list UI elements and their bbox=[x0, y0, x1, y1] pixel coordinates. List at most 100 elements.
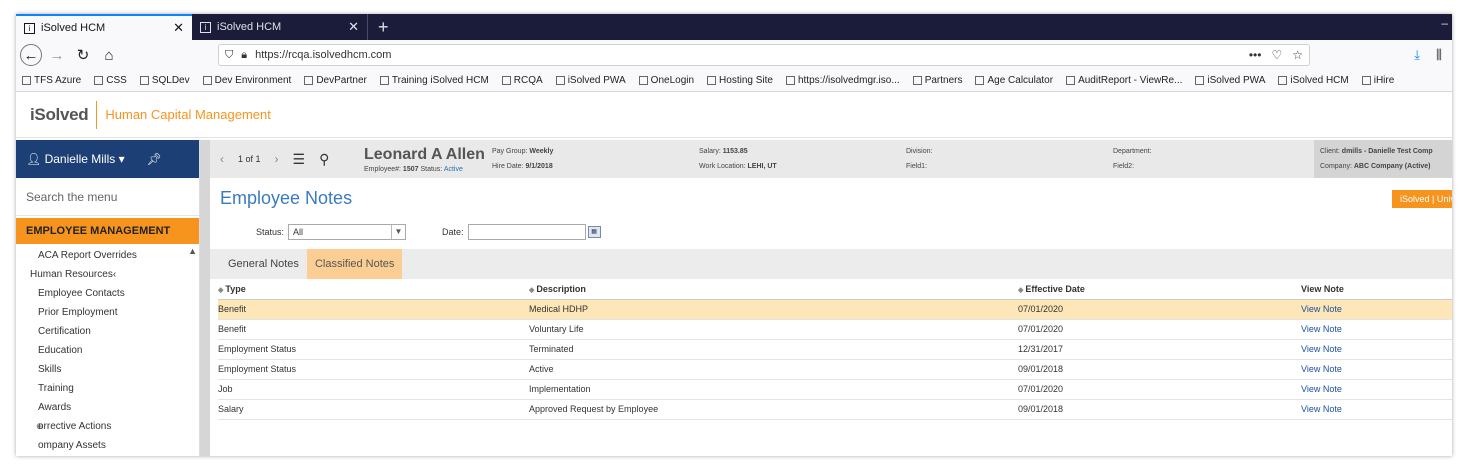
bookmark-item[interactable]: Dev Environment bbox=[202, 75, 291, 86]
bookmark-item[interactable]: iHire bbox=[1361, 75, 1394, 86]
browser-tab-2[interactable]: i iSolved HCM ✕ bbox=[192, 14, 368, 40]
prev-icon[interactable]: ‹ bbox=[220, 152, 224, 166]
lock-icon[interactable]: 🔒︎ bbox=[241, 49, 247, 62]
bookmark-item[interactable]: DevPartner bbox=[304, 75, 367, 86]
app-title: Human Capital Management bbox=[105, 107, 271, 122]
bookmark-item[interactable]: CSS bbox=[94, 75, 127, 86]
cell-description: Terminated bbox=[529, 339, 1018, 360]
calendar-icon[interactable]: ▦ bbox=[587, 226, 601, 238]
bookmark-icon bbox=[202, 76, 212, 85]
cell-date: 09/01/2018 bbox=[1018, 359, 1301, 380]
view-note-link[interactable]: View Note bbox=[1301, 399, 1452, 420]
table-row[interactable]: Job Implementation 07/01/2020 View Note bbox=[218, 379, 1452, 400]
cell-type: Employment Status bbox=[218, 359, 529, 380]
view-note-link[interactable]: View Note bbox=[1301, 299, 1452, 320]
bookmark-item[interactable]: iSolved PWA bbox=[555, 75, 626, 86]
reload-icon[interactable]: ↻ bbox=[72, 44, 94, 66]
bookmark-item[interactable]: Training iSolved HCM bbox=[379, 75, 489, 86]
bookmark-item[interactable]: SQLDev bbox=[139, 75, 190, 86]
view-note-link[interactable]: View Note bbox=[1301, 319, 1452, 340]
cell-date: 09/01/2018 bbox=[1018, 399, 1301, 420]
search-icon[interactable]: ⚲ bbox=[319, 151, 329, 168]
cell-date: 12/31/2017 bbox=[1018, 339, 1301, 360]
minimize-icon[interactable]: – bbox=[1441, 16, 1448, 30]
table-row[interactable]: Employment Status Active 09/01/2018 View No… bbox=[218, 359, 1452, 380]
view-note-link[interactable]: View Note bbox=[1301, 379, 1452, 400]
bookmark-item[interactable]: TFS Azure bbox=[22, 75, 81, 86]
bookmark-item[interactable]: Partners bbox=[912, 75, 962, 86]
section-employee-management[interactable]: EMPLOYEE MANAGEMENT bbox=[16, 218, 199, 244]
bookmark-star-icon[interactable]: ☆ bbox=[1292, 48, 1303, 62]
bookmark-item[interactable]: https://isolvedmgr.iso... bbox=[785, 75, 900, 86]
sidebar-item[interactable]: ompany Assets bbox=[16, 436, 199, 455]
table-row[interactable]: Benefit Medical HDHP 07/01/2020 View Note bbox=[218, 299, 1452, 320]
cell-description: Medical HDHP bbox=[529, 299, 1018, 320]
app-header: iSolved Human Capital Management bbox=[16, 92, 1452, 138]
bookmark-item[interactable]: Age Calculator bbox=[975, 75, 1053, 86]
forward-icon[interactable]: → bbox=[46, 44, 68, 66]
bookmark-item[interactable]: Hosting Site bbox=[707, 75, 773, 86]
scroll-up-icon[interactable]: ▲ bbox=[188, 246, 197, 256]
bookmark-item[interactable]: iSolved PWA bbox=[1195, 75, 1265, 86]
sidebar-item[interactable]: Skills bbox=[16, 360, 199, 379]
employee-number: 1507 bbox=[402, 165, 419, 173]
page-actions-icon[interactable]: ••• bbox=[1249, 48, 1262, 62]
bookmark-icon bbox=[1278, 76, 1288, 85]
home-icon[interactable]: ⌂ bbox=[98, 44, 120, 66]
department-info: Department: Field2: bbox=[1113, 148, 1152, 170]
sidebar-item[interactable]: Education bbox=[16, 341, 199, 360]
download-icon[interactable]: ⤓ bbox=[1414, 47, 1420, 63]
tab-classified-notes[interactable]: Classified Notes bbox=[306, 249, 403, 279]
pocket-icon[interactable]: ♡ bbox=[1271, 48, 1282, 62]
table-row[interactable]: Salary Approved Request by Employee 09/01/… bbox=[218, 399, 1452, 420]
tab-general-notes[interactable]: General Notes bbox=[220, 249, 307, 279]
employee-pager: ‹ 1 of 1 › ☰ ⚲ bbox=[210, 151, 364, 168]
bookmark-item[interactable]: OneLogin bbox=[638, 75, 694, 86]
new-tab-icon[interactable]: + bbox=[368, 14, 399, 40]
list-icon[interactable]: ☰ bbox=[293, 151, 306, 168]
bookmark-icon bbox=[22, 76, 31, 85]
sidebar-item[interactable]: Training bbox=[16, 379, 199, 398]
next-icon[interactable]: › bbox=[275, 152, 279, 166]
pay-info: Pay Group: Weekly Hire Date: 9/1/2018 bbox=[492, 148, 554, 170]
zoom-icon[interactable]: ⊕ bbox=[36, 421, 44, 432]
chevron-down-icon[interactable]: ▼ bbox=[391, 225, 405, 239]
user-name[interactable]: Danielle Mills bbox=[45, 152, 116, 166]
menu-search-input[interactable]: Search the menu bbox=[16, 178, 199, 216]
view-note-link[interactable]: View Note bbox=[1301, 339, 1452, 360]
user-menu[interactable]: 👤︎ Danielle Mills ▾ 📌︎ bbox=[16, 140, 199, 178]
sidebar-item[interactable]: Awards bbox=[16, 398, 199, 417]
table-header-row: ◆ Type ◆ Description ◆ Effective Date View … bbox=[218, 279, 1452, 300]
sidebar-item[interactable]: ACA Report Overrides bbox=[16, 246, 199, 265]
content-area: ‹ 1 of 1 › ☰ ⚲ Leonard A Allen Employee#… bbox=[210, 140, 1452, 456]
library-icon[interactable]: ⫼ bbox=[1436, 47, 1442, 63]
back-icon[interactable]: ← bbox=[20, 44, 42, 66]
sidebar-item[interactable]: Employee Contacts bbox=[16, 284, 199, 303]
table-row[interactable]: Benefit Voluntary Life 07/01/2020 View Note bbox=[218, 319, 1452, 340]
col-effective-date-header[interactable]: ◆ Effective Date bbox=[1018, 279, 1301, 300]
table-row[interactable]: Employment Status Terminated 12/31/2017 Vie… bbox=[218, 339, 1452, 360]
isolved-logo[interactable]: iSolved bbox=[30, 105, 89, 125]
cell-type: Employment Status bbox=[218, 339, 529, 360]
shield-icon[interactable]: ⛉ bbox=[225, 49, 233, 62]
isolved-university-button[interactable]: iSolved | Unive bbox=[1392, 190, 1452, 208]
bookmark-icon bbox=[912, 76, 922, 85]
sidebar-item[interactable]: Prior Employment bbox=[16, 303, 199, 322]
browser-tab-1[interactable]: i iSolved HCM ✕ bbox=[16, 14, 192, 40]
date-input[interactable] bbox=[467, 224, 586, 240]
bookmark-item[interactable]: AuditReport - ViewRe... bbox=[1066, 75, 1182, 86]
close-tab-icon[interactable]: ✕ bbox=[173, 20, 184, 36]
url-text[interactable]: https://rcqa.isolvedhcm.com bbox=[255, 49, 1241, 61]
bookmark-item[interactable]: iSolved HCM bbox=[1278, 75, 1349, 86]
sidebar-item[interactable]: Certification bbox=[16, 322, 199, 341]
pin-icon[interactable]: 📌︎ bbox=[147, 152, 162, 166]
sidebar-item[interactable]: Human Resources ‹ bbox=[16, 265, 199, 284]
col-description-header[interactable]: ◆ Description bbox=[529, 279, 1018, 300]
close-tab-icon[interactable]: ✕ bbox=[348, 19, 359, 35]
bookmark-item[interactable]: RCQA bbox=[501, 75, 543, 86]
view-note-link[interactable]: View Note bbox=[1301, 359, 1452, 380]
col-type-header[interactable]: ◆ Type bbox=[218, 279, 529, 300]
address-bar[interactable]: ⛉ 🔒︎ https://rcqa.isolvedhcm.com ••• ♡ ☆ bbox=[218, 44, 1310, 66]
chevron-left-icon: ‹ bbox=[112, 269, 117, 280]
status-select[interactable]: All ▼ bbox=[288, 224, 407, 240]
